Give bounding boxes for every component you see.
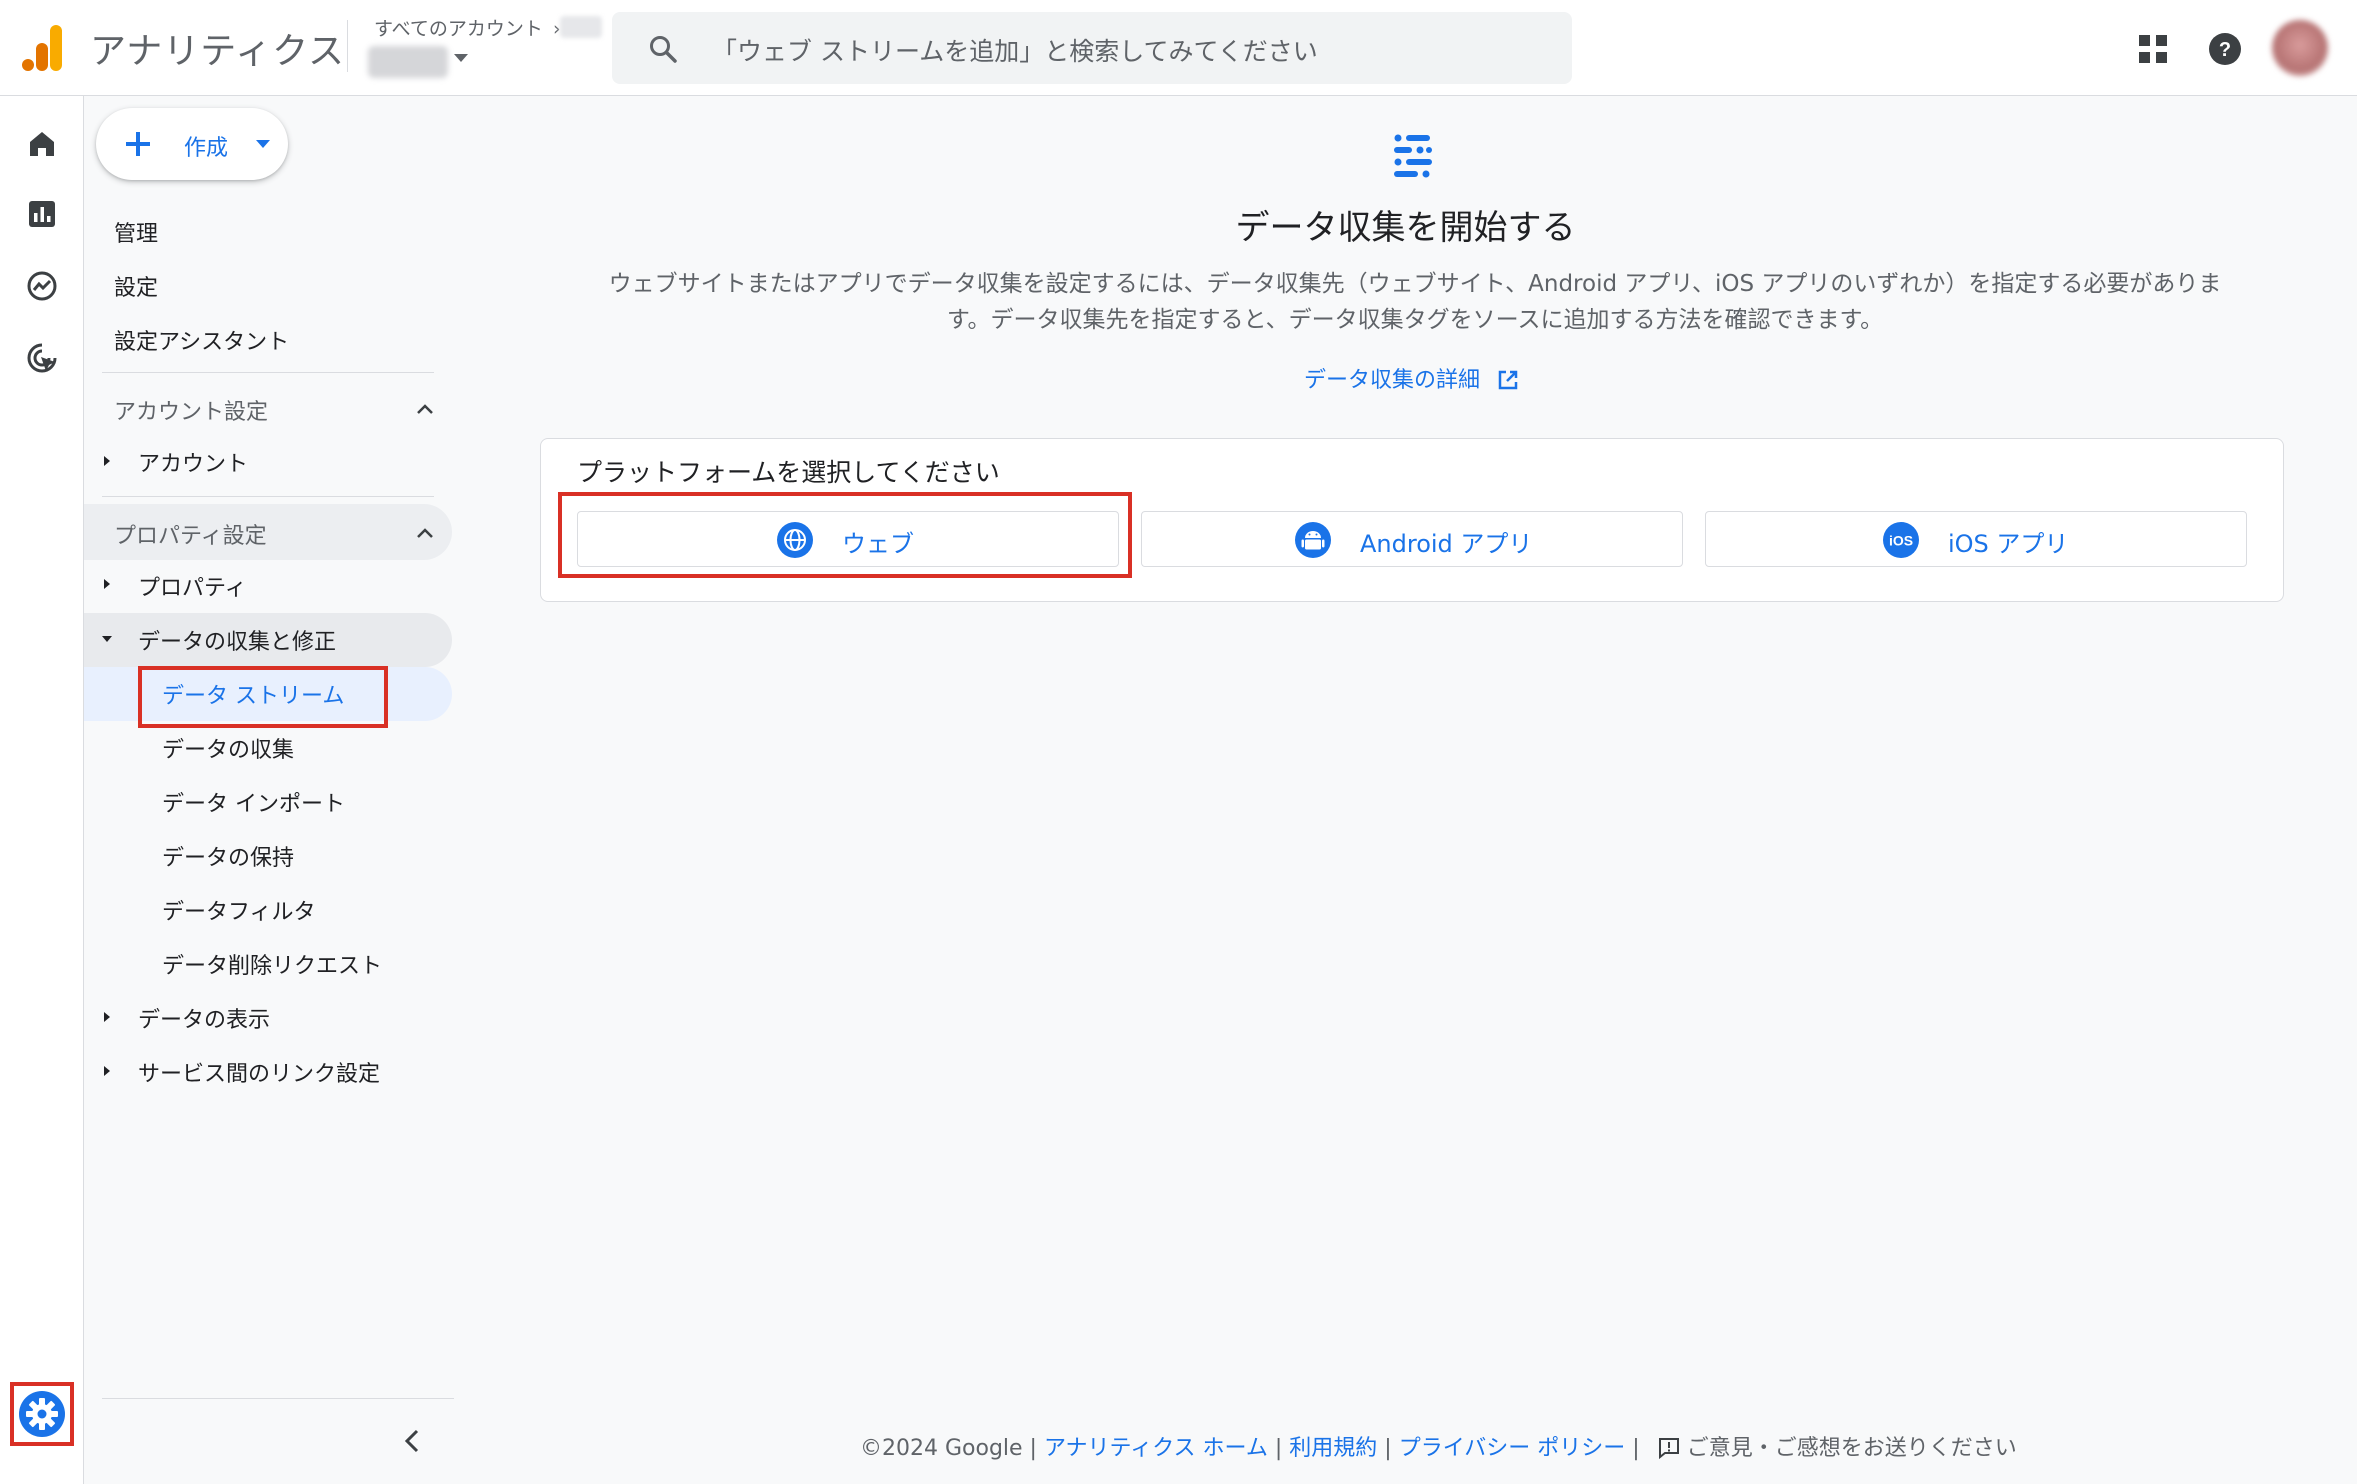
android-platform-label: Android アプリ: [1360, 530, 1533, 558]
expand-arrow-icon[interactable]: [104, 456, 110, 466]
admin-settings-button[interactable]: [10, 1382, 74, 1446]
learn-more-label[interactable]: データ収集の詳細: [1304, 368, 1480, 393]
chevron-up-icon: [417, 404, 433, 414]
search-icon: [650, 36, 677, 63]
expand-arrow-icon[interactable]: [104, 579, 110, 589]
explore-icon[interactable]: [24, 268, 60, 304]
feedback-icon[interactable]: [1657, 1436, 1681, 1460]
analytics-home-link[interactable]: アナリティクス ホーム: [1044, 1436, 1268, 1461]
learn-more-link[interactable]: データ収集の詳細: [1304, 362, 1519, 394]
section-label: アカウント設定: [114, 400, 269, 425]
nav-divider: [102, 496, 434, 497]
open-in-new-icon: [1498, 370, 1518, 390]
caret-down-icon: [454, 54, 468, 62]
search-bar[interactable]: 「ウェブ ストリームを追加」と検索してみてください: [612, 12, 1572, 84]
create-button[interactable]: 作成: [96, 108, 288, 180]
feedback-link[interactable]: ご意見・ご感想をお送りください: [1687, 1436, 2017, 1461]
expand-arrow-icon[interactable]: [104, 1012, 110, 1022]
analytics-logo-icon[interactable]: [22, 25, 64, 71]
nav-item-settings[interactable]: 設定: [114, 270, 158, 302]
property-settings-section[interactable]: プロパティ設定: [84, 504, 452, 560]
privacy-policy-link[interactable]: プライバシー ポリシー: [1399, 1436, 1626, 1461]
create-label: 作成: [184, 136, 229, 161]
footer: ©2024 Google | アナリティクス ホーム | 利用規約 | プライバ…: [860, 1436, 2017, 1461]
top-app-bar: アナリティクス すべてのアカウント › 「ウェブ ストリームを追加」と検索してみ…: [0, 0, 2357, 96]
collapse-arrow-icon[interactable]: [102, 636, 112, 642]
svg-text:?: ?: [2219, 39, 2231, 61]
left-rail: [0, 96, 84, 1484]
chevron-up-icon: [417, 528, 433, 538]
nav-divider: [102, 1398, 454, 1399]
nav-item-setup-assistant[interactable]: 設定アシスタント: [114, 324, 289, 356]
plus-icon: [126, 132, 150, 156]
header-divider: [347, 20, 348, 72]
web-platform-highlight-box: [558, 492, 1132, 578]
data-streams-highlight-box: [138, 666, 388, 728]
data-collection-icon: [1394, 134, 1432, 178]
nav-item-product-links[interactable]: サービス間のリンク設定: [138, 1056, 380, 1088]
nav-item-data-display[interactable]: データの表示: [138, 1002, 270, 1034]
account-breadcrumb[interactable]: すべてのアカウント ›: [374, 14, 561, 41]
nav-item-data-collection[interactable]: データの収集: [162, 732, 294, 764]
chevron-left-icon[interactable]: [400, 1426, 424, 1456]
account-settings-section[interactable]: アカウント設定: [84, 380, 452, 436]
nav-item-data-filters[interactable]: データフィルタ: [162, 894, 316, 926]
nav-item-account[interactable]: アカウント: [138, 446, 248, 478]
copyright: ©2024 Google: [860, 1436, 1023, 1461]
platform-prompt: プラットフォームを選択してください: [577, 458, 1000, 487]
ios-icon: iOS: [1883, 522, 1919, 558]
gear-icon: [19, 1391, 65, 1437]
home-icon[interactable]: [24, 126, 60, 162]
account-path-label[interactable]: すべてのアカウント: [374, 18, 543, 40]
app-title: アナリティクス: [90, 31, 346, 72]
section-label: プロパティ設定: [114, 524, 267, 549]
android-platform-button[interactable]: Android アプリ: [1141, 511, 1683, 567]
svg-text:iOS: iOS: [1889, 533, 1913, 549]
page-title: データ収集を開始する: [1235, 208, 1576, 248]
terms-link[interactable]: 利用規約: [1289, 1436, 1377, 1461]
ios-platform-label: iOS アプリ: [1948, 530, 2069, 558]
ios-platform-button[interactable]: iOS iOS アプリ: [1705, 511, 2247, 567]
nav-item-property[interactable]: プロパティ: [138, 570, 247, 602]
help-icon[interactable]: ?: [2208, 32, 2242, 66]
nav-divider: [102, 372, 434, 373]
apps-grid-icon[interactable]: [2138, 34, 2168, 64]
page-description: ウェブサイトまたはアプリでデータ収集を設定するには、データ収集先（ウェブサイト、…: [608, 271, 2222, 333]
android-icon: [1295, 522, 1331, 558]
admin-nav-panel: 作成 管理 設定 設定アシスタント アカウント設定 アカウント プロパティ設定 …: [84, 96, 464, 1484]
caret-down-icon: [256, 140, 270, 148]
nav-item-data-deletion-requests[interactable]: データ削除リクエスト: [162, 948, 382, 980]
nav-item-data-collection-modification[interactable]: データの収集と修正: [138, 624, 336, 656]
avatar[interactable]: [2272, 20, 2328, 76]
nav-item-data-retention[interactable]: データの保持: [162, 840, 294, 872]
account-name-redacted: [560, 16, 602, 38]
property-name-redacted: [368, 46, 448, 78]
nav-item-data-import[interactable]: データ インポート: [162, 786, 345, 818]
search-input[interactable]: 「ウェブ ストリームを追加」と検索してみてください: [712, 32, 1318, 68]
advertising-icon[interactable]: [24, 340, 60, 376]
expand-arrow-icon[interactable]: [104, 1066, 110, 1076]
